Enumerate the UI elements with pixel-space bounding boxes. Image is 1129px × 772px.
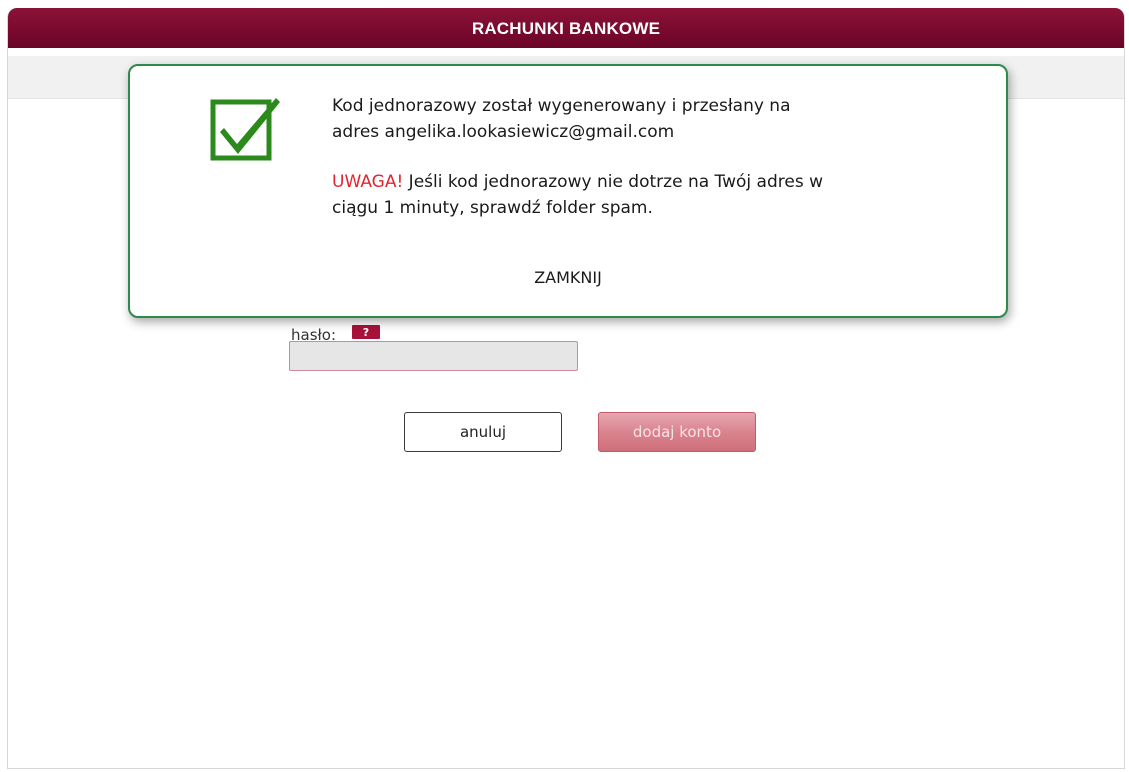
- warning-line-1: UWAGA! Jeśli kod jednorazowy nie dotrze …: [332, 172, 823, 192]
- cancel-button[interactable]: anuluj: [404, 412, 562, 452]
- password-input[interactable]: [289, 341, 578, 371]
- add-account-button[interactable]: dodaj konto: [598, 412, 756, 452]
- confirmation-dialog: Kod jednorazowy został wygenerowany i pr…: [128, 64, 1008, 318]
- password-help-icon[interactable]: ?: [352, 325, 380, 339]
- warning-word: UWAGA!: [332, 172, 404, 192]
- close-button[interactable]: ZAMKNIJ: [130, 268, 1006, 287]
- page-header: RACHUNKI BANKOWE: [8, 8, 1124, 48]
- message-line-2: adres angelika.lookasiewicz@gmail.com: [332, 122, 675, 142]
- message-line-1: Kod jednorazowy został wygenerowany i pr…: [332, 96, 791, 116]
- checkmark-icon: [210, 98, 280, 161]
- warning-line-2: ciągu 1 minuty, sprawdź folder spam.: [332, 198, 653, 218]
- warning-text: Jeśli kod jednorazowy nie dotrze na Twój…: [403, 172, 823, 192]
- page-title: RACHUNKI BANKOWE: [471, 19, 661, 38]
